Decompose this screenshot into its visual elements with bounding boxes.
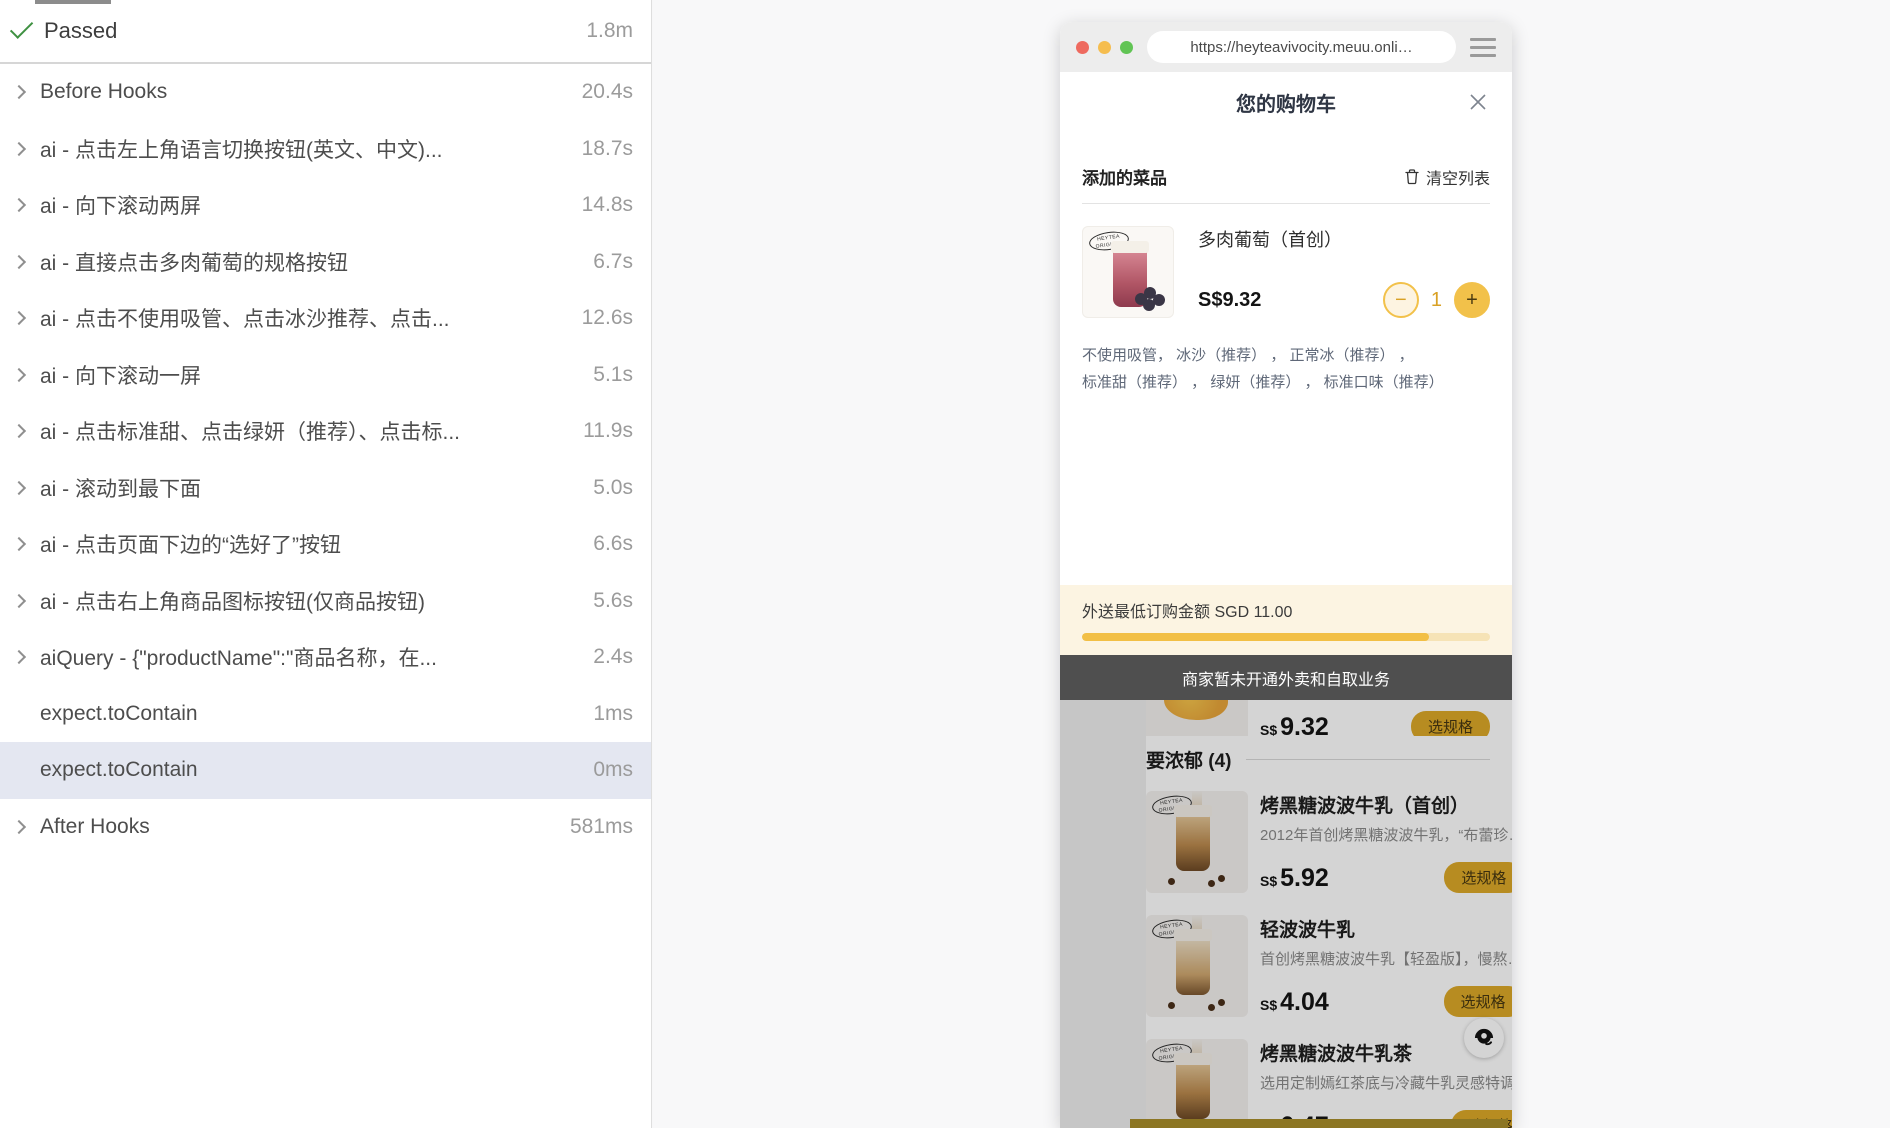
- test-step-label: ai - 滚动到最下面: [40, 473, 581, 503]
- test-step-duration: 581ms: [570, 815, 633, 839]
- test-step-row[interactable]: expect.toContain 0ms: [0, 742, 651, 799]
- min-order-label: 外送最低订购金额 SGD 11.00: [1082, 598, 1490, 622]
- test-step-row[interactable]: ai - 向下滚动一屏 5.1s: [0, 347, 651, 404]
- test-step-list: Before Hooks 20.4s ai - 点击左上角语言切换按钮(英文、中…: [0, 64, 651, 855]
- test-step-label: aiQuery - {"productName":"商品名称，在...: [40, 642, 581, 672]
- test-step-label: ai - 点击页面下边的“选好了”按钮: [40, 529, 581, 559]
- dim-overlay: [1060, 700, 1512, 1128]
- test-step-label: ai - 点击标准甜、点击绿妍（推荐）、点击标...: [40, 416, 571, 446]
- test-step-row[interactable]: ai - 点击标准甜、点击绿妍（推荐）、点击标... 11.9s: [0, 403, 651, 460]
- test-step-row[interactable]: ai - 向下滚动两屏 14.8s: [0, 177, 651, 234]
- cart-item-price: S$9.32: [1198, 289, 1383, 312]
- test-step-label: ai - 点击不使用吸管、点击冰沙推荐、点击...: [40, 303, 570, 333]
- chevron-right-icon: [14, 822, 40, 832]
- store-notice-toast: 商家暂未开通外卖和自取业务: [1060, 655, 1512, 700]
- test-step-duration: 18.7s: [582, 137, 633, 161]
- test-step-label: After Hooks: [40, 815, 558, 839]
- chevron-right-icon: [14, 652, 40, 662]
- cart-item-options: 不使用吸管， 冰沙（推荐） ， 正常冰（推荐） ， 标准甜（推荐） ， 绿妍（推…: [1082, 342, 1490, 396]
- zoom-window-button[interactable]: [1120, 41, 1133, 54]
- test-step-duration: 1ms: [593, 702, 633, 726]
- test-step-duration: 5.0s: [593, 476, 633, 500]
- check-icon: [10, 15, 33, 38]
- test-step-duration: 5.6s: [593, 589, 633, 613]
- test-step-label: Before Hooks: [40, 80, 570, 104]
- url-bar[interactable]: https://heyteavivocity.meuu.onli…: [1147, 31, 1456, 63]
- close-icon[interactable]: [1468, 92, 1488, 112]
- chevron-right-icon: [14, 596, 40, 606]
- test-step-duration: 0ms: [593, 758, 633, 782]
- test-step-row[interactable]: ai - 点击右上角商品图标按钮(仅商品按钮) 5.6s: [0, 573, 651, 630]
- chevron-right-icon: [14, 426, 40, 436]
- chevron-right-icon: [14, 313, 40, 323]
- cart-sheet: 您的购物车 添加的菜品 清空列表 HEYTEAORIGINAL: [1060, 72, 1512, 585]
- browser-chrome-bar: https://heyteavivocity.meuu.onli…: [1060, 22, 1512, 72]
- traffic-lights: [1076, 41, 1133, 54]
- menu-icon[interactable]: [1470, 38, 1496, 57]
- clear-list-button[interactable]: 清空列表: [1404, 165, 1490, 189]
- product-image-grape-tea: HEYTEAORIGINAL: [1082, 226, 1174, 318]
- chevron-right-icon: [14, 257, 40, 267]
- menu-page-background: S$9.32 选规格 要浓郁 (4): [1060, 700, 1512, 1128]
- browser-window: https://heyteavivocity.meuu.onli… 您的购物车 …: [1060, 22, 1512, 1128]
- chevron-right-icon: [14, 370, 40, 380]
- test-step-row[interactable]: ai - 滚动到最下面 5.0s: [0, 460, 651, 517]
- test-step-label: ai - 向下滚动一屏: [40, 360, 581, 390]
- test-step-row[interactable]: After Hooks 581ms: [0, 799, 651, 856]
- test-step-label: ai - 点击右上角商品图标按钮(仅商品按钮): [40, 586, 581, 616]
- minimize-window-button[interactable]: [1098, 41, 1111, 54]
- min-order-progress: [1082, 633, 1490, 641]
- test-step-duration: 11.9s: [583, 419, 633, 443]
- test-step-label: ai - 向下滚动两屏: [40, 190, 570, 220]
- chevron-right-icon: [14, 483, 40, 493]
- close-window-button[interactable]: [1076, 41, 1089, 54]
- test-step-row[interactable]: ai - 点击页面下边的“选好了”按钮 6.6s: [0, 516, 651, 573]
- quantity-stepper: − 1 +: [1383, 282, 1490, 318]
- test-status-duration: 1.8m: [586, 19, 633, 43]
- test-step-row[interactable]: ai - 点击不使用吸管、点击冰沙推荐、点击... 12.6s: [0, 290, 651, 347]
- test-step-duration: 6.6s: [593, 532, 633, 556]
- divider: [1082, 203, 1490, 204]
- test-step-duration: 2.4s: [593, 645, 633, 669]
- test-step-row[interactable]: ai - 点击左上角语言切换按钮(英文、中文)... 18.7s: [0, 121, 651, 178]
- test-step-row[interactable]: expect.toContain 1ms: [0, 686, 651, 743]
- chevron-right-icon: [14, 87, 40, 97]
- quantity-value: 1: [1431, 289, 1442, 312]
- added-items-heading: 添加的菜品: [1082, 164, 1167, 189]
- test-step-duration: 14.8s: [582, 193, 633, 217]
- increase-quantity-button[interactable]: +: [1454, 282, 1490, 318]
- top-tab-fragment: [35, 0, 111, 4]
- test-status-label: Passed: [44, 18, 586, 44]
- preview-workspace: https://heyteavivocity.meuu.onli… 您的购物车 …: [653, 0, 1890, 1128]
- test-step-duration: 20.4s: [582, 80, 633, 104]
- chevron-right-icon: [14, 200, 40, 210]
- test-step-duration: 6.7s: [593, 250, 633, 274]
- decrease-quantity-button[interactable]: −: [1383, 282, 1419, 318]
- chevron-right-icon: [14, 539, 40, 549]
- test-step-row[interactable]: ai - 直接点击多肉葡萄的规格按钮 6.7s: [0, 234, 651, 291]
- grapes-decoration: [1135, 285, 1169, 313]
- test-step-duration: 5.1s: [593, 363, 633, 387]
- cart-item-name: 多肉葡萄（首创）: [1198, 226, 1490, 252]
- cart-item-row: HEYTEAORIGINAL 多肉葡萄（首创） S$9.32 − 1 +: [1082, 226, 1490, 318]
- test-step-label: expect.toContain: [40, 758, 581, 782]
- test-step-label: ai - 直接点击多肉葡萄的规格按钮: [40, 247, 581, 277]
- test-step-label: expect.toContain: [40, 702, 581, 726]
- test-report-panel: Passed 1.8m Before Hooks 20.4s ai - 点击左上…: [0, 0, 652, 1128]
- chevron-right-icon: [14, 144, 40, 154]
- test-step-row[interactable]: aiQuery - {"productName":"商品名称，在... 2.4s: [0, 629, 651, 686]
- cart-title: 您的购物车: [1236, 88, 1336, 117]
- test-step-row[interactable]: Before Hooks 20.4s: [0, 64, 651, 121]
- test-step-duration: 12.6s: [582, 306, 633, 330]
- trash-icon: [1404, 168, 1420, 185]
- min-order-bar: 外送最低订购金额 SGD 11.00: [1060, 585, 1512, 655]
- test-status-row: Passed 1.8m: [0, 0, 651, 62]
- test-step-label: ai - 点击左上角语言切换按钮(英文、中文)...: [40, 134, 570, 164]
